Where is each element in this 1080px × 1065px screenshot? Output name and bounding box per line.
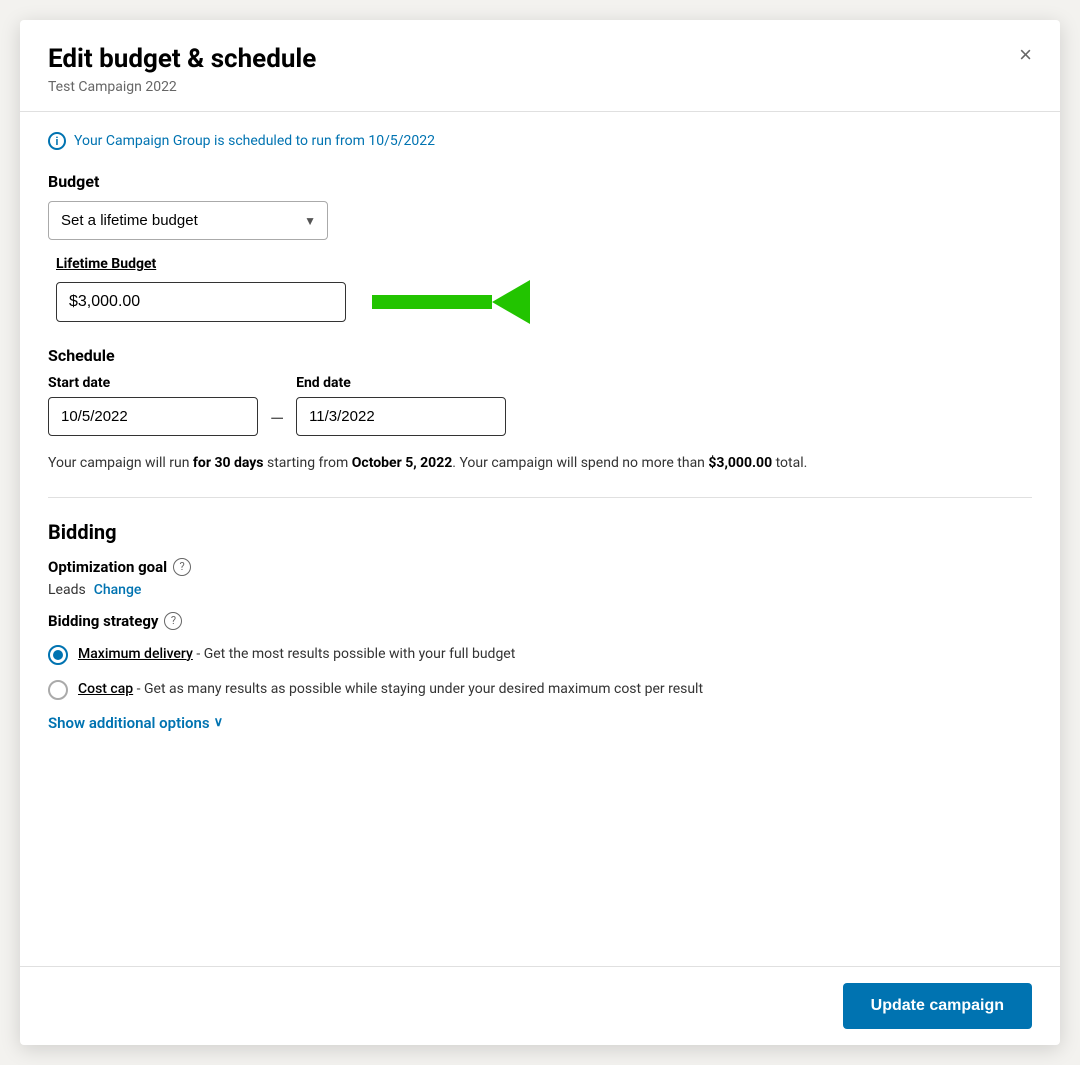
summary-days: for 30 days bbox=[193, 455, 264, 471]
cost-cap-desc: - Get as many results as possible while … bbox=[137, 681, 703, 697]
summary-suffix: . Your campaign will spend no more than bbox=[452, 455, 708, 471]
max-delivery-radio[interactable] bbox=[48, 645, 68, 665]
modal-footer: Update campaign bbox=[20, 966, 1060, 1045]
budget-section: Budget Set a lifetime budget Set a daily… bbox=[48, 172, 1032, 324]
lifetime-budget-input[interactable] bbox=[56, 282, 346, 322]
arrow-head bbox=[492, 280, 530, 324]
budget-label: Budget bbox=[48, 172, 1032, 191]
summary-start-date: October 5, 2022 bbox=[352, 455, 453, 471]
start-date-label: Start date bbox=[48, 375, 258, 391]
cost-cap-text: Cost cap - Get as many results as possib… bbox=[78, 679, 703, 700]
campaign-summary: Your campaign will run for 30 days start… bbox=[48, 452, 1032, 474]
optimization-goal-help-icon[interactable]: ? bbox=[173, 558, 191, 576]
modal-container: Edit budget & schedule Test Campaign 202… bbox=[20, 20, 1060, 1045]
arrow-shaft bbox=[372, 295, 492, 309]
max-delivery-text: Maximum delivery - Get the most results … bbox=[78, 644, 515, 665]
lifetime-budget-section: Lifetime Budget bbox=[56, 256, 1032, 324]
date-separator: — bbox=[270, 409, 284, 430]
max-delivery-option[interactable]: Maximum delivery - Get the most results … bbox=[48, 644, 1032, 665]
end-date-input[interactable] bbox=[296, 397, 506, 436]
bidding-strategy-label: Bidding strategy bbox=[48, 612, 158, 630]
notice-text: Your Campaign Group is scheduled to run … bbox=[74, 133, 435, 149]
summary-mid: starting from bbox=[264, 455, 352, 471]
end-date-label: End date bbox=[296, 375, 506, 391]
campaign-group-notice: i Your Campaign Group is scheduled to ru… bbox=[48, 132, 1032, 150]
bidding-strategy-row: Bidding strategy ? bbox=[48, 612, 1032, 630]
modal-title: Edit budget & schedule bbox=[48, 44, 1032, 75]
close-button[interactable]: × bbox=[1015, 40, 1036, 70]
bidding-strategy-help-icon[interactable]: ? bbox=[164, 612, 182, 630]
lifetime-budget-label: Lifetime Budget bbox=[56, 256, 1032, 272]
leads-row: Leads Change bbox=[48, 582, 1032, 598]
start-date-group: Start date bbox=[48, 375, 258, 436]
max-delivery-desc: - Get the most results possible with you… bbox=[196, 646, 515, 662]
optimization-goal-row: Optimization goal ? bbox=[48, 558, 1032, 576]
section-divider bbox=[48, 497, 1032, 498]
summary-prefix: Your campaign will run bbox=[48, 455, 193, 471]
budget-input-row bbox=[56, 280, 1032, 324]
modal-body: i Your Campaign Group is scheduled to ru… bbox=[20, 112, 1060, 966]
budget-select[interactable]: Set a lifetime budget Set a daily budget bbox=[48, 201, 328, 240]
change-link[interactable]: Change bbox=[94, 582, 142, 598]
schedule-section: Schedule Start date — End date bbox=[48, 346, 1032, 436]
modal-subtitle: Test Campaign 2022 bbox=[48, 79, 1032, 95]
bidding-section: Bidding Optimization goal ? Leads Change… bbox=[48, 520, 1032, 732]
optimization-goal-label: Optimization goal bbox=[48, 558, 167, 576]
chevron-down-icon: ∨ bbox=[214, 715, 224, 730]
summary-end: total. bbox=[772, 455, 807, 471]
info-icon: i bbox=[48, 132, 66, 150]
end-date-group: End date bbox=[296, 375, 506, 436]
max-delivery-label: Maximum delivery bbox=[78, 646, 193, 662]
green-arrow-indicator bbox=[372, 280, 530, 324]
show-additional-link[interactable]: Show additional options ∨ bbox=[48, 714, 1032, 732]
show-additional-text: Show additional options bbox=[48, 714, 210, 732]
date-row: Start date — End date bbox=[48, 375, 1032, 436]
schedule-label: Schedule bbox=[48, 346, 1032, 365]
start-date-input[interactable] bbox=[48, 397, 258, 436]
bidding-title: Bidding bbox=[48, 520, 1032, 544]
update-campaign-button[interactable]: Update campaign bbox=[843, 983, 1032, 1029]
leads-text: Leads bbox=[48, 582, 86, 598]
cost-cap-option[interactable]: Cost cap - Get as many results as possib… bbox=[48, 679, 1032, 700]
budget-select-wrapper: Set a lifetime budget Set a daily budget… bbox=[48, 201, 328, 240]
cost-cap-radio[interactable] bbox=[48, 680, 68, 700]
cost-cap-label: Cost cap bbox=[78, 681, 133, 697]
modal-header: Edit budget & schedule Test Campaign 202… bbox=[20, 20, 1060, 112]
summary-amount: $3,000.00 bbox=[708, 455, 772, 471]
